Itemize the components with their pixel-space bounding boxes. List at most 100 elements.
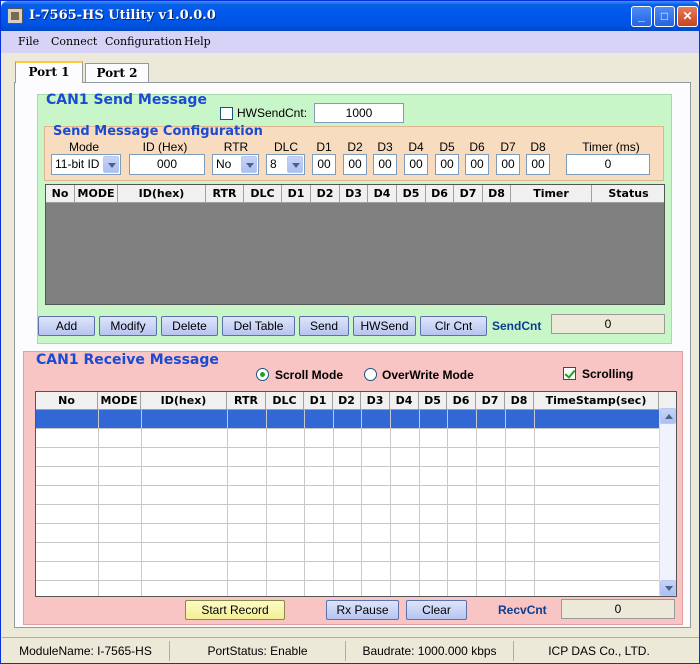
maximize-button[interactable]: □ [654, 6, 675, 27]
config-group-title: Send Message Configuration [53, 124, 263, 139]
tab-port-2[interactable]: Port 2 [85, 63, 149, 82]
send-col-d7[interactable]: D7 [454, 185, 483, 203]
send-button[interactable]: Send [299, 316, 349, 336]
modify-button[interactable]: Modify [99, 316, 157, 336]
recv-col-timestamp[interactable]: TimeStamp(sec) [534, 392, 659, 410]
start-record-button[interactable]: Start Record [185, 600, 285, 620]
recv-col-rtr[interactable]: RTR [227, 392, 266, 410]
chevron-down-icon[interactable] [287, 156, 303, 173]
table-row[interactable] [36, 505, 659, 524]
d7-input[interactable]: 00 [496, 154, 520, 175]
send-col-d3[interactable]: D3 [340, 185, 368, 203]
d8-label: D8 [530, 140, 546, 154]
recv-col-mode[interactable]: MODE [98, 392, 141, 410]
table-row[interactable] [36, 562, 659, 581]
receive-group-title: CAN1 Receive Message [36, 352, 219, 368]
clr-cnt-button[interactable]: Clr Cnt [420, 316, 487, 336]
close-button[interactable]: ✕ [677, 6, 698, 27]
table-row[interactable] [36, 581, 659, 596]
receive-table-scrollbar[interactable] [659, 408, 676, 596]
hwsendcnt-label: HWSendCnt: [237, 106, 308, 120]
recv-col-d7[interactable]: D7 [476, 392, 505, 410]
send-col-rtr[interactable]: RTR [206, 185, 244, 203]
send-col-mode[interactable]: MODE [75, 185, 118, 203]
d8-input[interactable]: 00 [526, 154, 550, 175]
recv-col-id[interactable]: ID(hex) [141, 392, 227, 410]
send-col-d2[interactable]: D2 [311, 185, 340, 203]
recv-col-d3[interactable]: D3 [361, 392, 390, 410]
title-bar[interactable]: I-7565-HS Utility v1.0.0.0 _ □ ✕ [1, 1, 699, 31]
column-divider [361, 410, 362, 596]
id-hex-input[interactable]: 000 [129, 154, 205, 175]
send-col-d6[interactable]: D6 [426, 185, 454, 203]
table-row[interactable] [36, 524, 659, 543]
clear-button[interactable]: Clear [406, 600, 467, 620]
d4-input[interactable]: 00 [404, 154, 428, 175]
scroll-mode-radio[interactable] [256, 368, 269, 381]
column-divider [534, 410, 535, 596]
hwsendcnt-checkbox[interactable] [220, 107, 233, 120]
app-icon[interactable] [7, 8, 23, 24]
recv-col-d1[interactable]: D1 [304, 392, 333, 410]
d5-input[interactable]: 00 [435, 154, 459, 175]
menu-connect[interactable]: Connect [51, 35, 97, 48]
chevron-down-icon[interactable] [103, 156, 119, 173]
send-col-timer[interactable]: Timer [511, 185, 592, 203]
table-row[interactable] [36, 429, 659, 448]
rx-pause-button[interactable]: Rx Pause [326, 600, 399, 620]
send-col-status[interactable]: Status [592, 185, 664, 203]
send-col-d8[interactable]: D8 [483, 185, 511, 203]
table-row[interactable] [36, 448, 659, 467]
scrolling-checkbox[interactable] [563, 367, 576, 380]
send-col-id[interactable]: ID(hex) [118, 185, 206, 203]
receive-table[interactable]: No MODE ID(hex) RTR DLC D1 D2 D3 D4 D5 D… [35, 391, 677, 597]
send-col-no[interactable]: No [46, 185, 75, 203]
hwsend-button[interactable]: HWSend [353, 316, 416, 336]
dlc-select[interactable]: 8 [266, 154, 305, 175]
d5-label: D5 [439, 140, 455, 154]
menu-configuration[interactable]: Configuration [105, 35, 182, 48]
recv-col-d8[interactable]: D8 [505, 392, 534, 410]
scroll-up-icon[interactable] [660, 408, 676, 424]
send-col-d5[interactable]: D5 [397, 185, 426, 203]
timer-label: Timer (ms) [582, 140, 640, 154]
menu-file[interactable]: File [18, 35, 39, 48]
scroll-down-icon[interactable] [660, 580, 676, 596]
column-divider [505, 410, 506, 596]
recv-col-d6[interactable]: D6 [447, 392, 476, 410]
rtr-label: RTR [223, 140, 249, 154]
send-col-d4[interactable]: D4 [368, 185, 397, 203]
d4-label: D4 [408, 140, 424, 154]
recv-col-d4[interactable]: D4 [390, 392, 419, 410]
d1-input[interactable]: 00 [312, 154, 336, 175]
menu-help[interactable]: Help [184, 35, 211, 48]
rtr-select[interactable]: No [212, 154, 259, 175]
d3-input[interactable]: 00 [373, 154, 397, 175]
hwsendcnt-input[interactable]: 1000 [314, 103, 404, 123]
status-baudrate: Baudrate: 1000.000 kbps [346, 641, 514, 661]
recv-col-d5[interactable]: D5 [419, 392, 447, 410]
chevron-down-icon[interactable] [241, 156, 257, 173]
d2-input[interactable]: 00 [343, 154, 367, 175]
overwrite-mode-label: OverWrite Mode [382, 368, 474, 382]
recv-col-dlc[interactable]: DLC [266, 392, 304, 410]
table-row[interactable] [36, 543, 659, 562]
sendcnt-value: 0 [551, 314, 665, 334]
send-col-d1[interactable]: D1 [282, 185, 311, 203]
table-row[interactable] [36, 410, 659, 429]
mode-select[interactable]: 11-bit ID [51, 154, 121, 175]
minimize-button[interactable]: _ [631, 6, 652, 27]
overwrite-mode-radio[interactable] [364, 368, 377, 381]
timer-input[interactable]: 0 [566, 154, 650, 175]
table-row[interactable] [36, 467, 659, 486]
d6-input[interactable]: 00 [465, 154, 489, 175]
recv-col-d2[interactable]: D2 [333, 392, 361, 410]
tab-port-1[interactable]: Port 1 [15, 61, 83, 83]
del-table-button[interactable]: Del Table [222, 316, 295, 336]
send-table[interactable]: No MODE ID(hex) RTR DLC D1 D2 D3 D4 D5 D… [45, 184, 665, 305]
send-col-dlc[interactable]: DLC [244, 185, 282, 203]
recv-col-no[interactable]: No [36, 392, 98, 410]
add-button[interactable]: Add [38, 316, 95, 336]
table-row[interactable] [36, 486, 659, 505]
delete-button[interactable]: Delete [161, 316, 218, 336]
